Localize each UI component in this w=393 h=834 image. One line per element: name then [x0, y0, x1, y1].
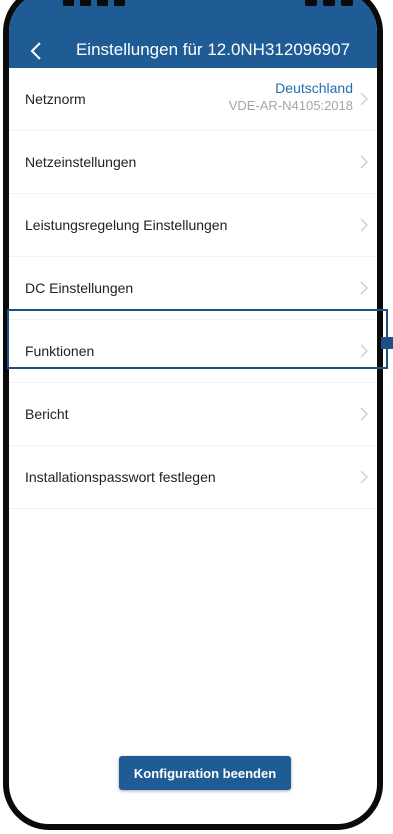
finish-configuration-button[interactable]: Konfiguration beenden	[119, 756, 291, 790]
settings-item-netznorm[interactable]: Netznorm Deutschland VDE-AR-N4105:2018	[9, 68, 377, 131]
status-bar	[9, 0, 377, 14]
settings-item-label: Funktionen	[25, 343, 95, 359]
chevron-right-icon	[360, 344, 368, 358]
settings-item-leistungsregelung[interactable]: Leistungsregelung Einstellungen	[9, 194, 377, 257]
chevron-right-icon	[360, 92, 368, 106]
settings-item-label: Bericht	[25, 406, 69, 422]
battery-icon	[341, 0, 353, 6]
notification-icon	[80, 0, 91, 6]
chevron-right-icon	[360, 155, 368, 169]
chevron-right-icon	[360, 407, 368, 421]
settings-list: Netznorm Deutschland VDE-AR-N4105:2018 N…	[9, 68, 377, 509]
app-header: Einstellungen für 12.0NH312096907	[9, 0, 377, 68]
wifi-icon	[305, 0, 317, 6]
chevron-right-icon	[360, 218, 368, 232]
chevron-right-icon	[360, 281, 368, 295]
chevron-right-icon	[360, 470, 368, 484]
notification-icon	[114, 0, 125, 6]
phone-frame: Einstellungen für 12.0NH312096907 Netzno…	[3, 0, 383, 830]
status-icons-left	[63, 0, 125, 6]
settings-item-netzeinstellungen[interactable]: Netzeinstellungen	[9, 131, 377, 194]
settings-item-funktionen[interactable]: Funktionen	[9, 320, 377, 383]
settings-item-label: Netzeinstellungen	[25, 154, 137, 170]
settings-item-installationspasswort[interactable]: Installationspasswort festlegen	[9, 446, 377, 509]
signal-icon	[323, 0, 335, 6]
highlight-marker	[381, 337, 393, 349]
status-icons-right	[305, 0, 353, 6]
grid-standard-country: Deutschland	[275, 80, 353, 96]
settings-item-dc-einstellungen[interactable]: DC Einstellungen	[9, 257, 377, 320]
settings-item-value: Deutschland VDE-AR-N4105:2018	[229, 80, 353, 114]
settings-item-label: DC Einstellungen	[25, 280, 134, 296]
notification-icon	[97, 0, 108, 6]
page-title: Einstellungen für 12.0NH312096907	[75, 40, 351, 59]
notification-icon	[63, 0, 74, 6]
settings-item-label: Leistungsregelung Einstellungen	[25, 217, 228, 233]
settings-item-bericht[interactable]: Bericht	[9, 383, 377, 446]
settings-item-label: Installationspasswort festlegen	[25, 469, 216, 485]
chevron-left-icon	[30, 42, 41, 60]
back-button[interactable]	[21, 36, 51, 66]
grid-standard-code: VDE-AR-N4105:2018	[228, 98, 353, 113]
settings-item-label: Netznorm	[25, 91, 86, 107]
